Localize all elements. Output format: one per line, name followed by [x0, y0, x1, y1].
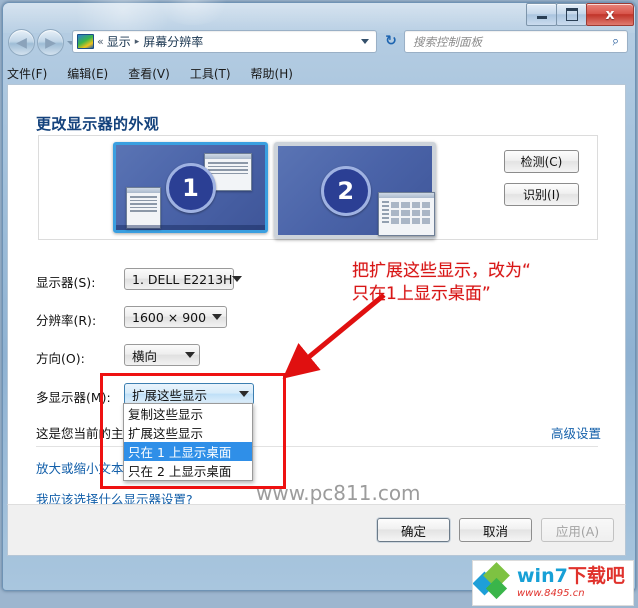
label-orientation: 方向(O): [36, 351, 85, 366]
annotation-line-2: 只在1上显示桌面” [352, 284, 491, 305]
annotation-highlight-box [100, 373, 286, 489]
label-resolution: 分辨率(R): [36, 313, 97, 328]
navigation-bar: ◀ ▶ « 显示 ▸ 屏幕分辨率 ↻ 搜索控制面板 ⌕ [0, 26, 638, 58]
display-help-link[interactable]: 我应该选择什么显示器设置? [36, 489, 193, 504]
menu-item-file[interactable]: 文件(F) [7, 65, 47, 82]
minimize-button[interactable] [526, 3, 557, 26]
search-box[interactable]: 搜索控制面板 ⌕ [404, 30, 628, 53]
monitor-1-number: 1 [165, 162, 216, 213]
forward-button[interactable]: ▶ [37, 29, 64, 56]
minimize-icon [536, 16, 547, 19]
back-button[interactable]: ◀ [8, 29, 35, 56]
menu-item-edit[interactable]: 编辑(E) [67, 65, 108, 82]
detect-button[interactable]: 检测(C) [504, 150, 579, 173]
close-icon: x [605, 6, 615, 23]
annotation-line-1: 把扩展这些显示，改为“ [352, 261, 531, 281]
menu-item-help[interactable]: 帮助(H) [251, 65, 293, 82]
glass-highlight-2 [153, 0, 233, 25]
mini-window-icon-b [126, 187, 161, 229]
display-combobox-value: 1. DELL E2213H [132, 271, 233, 287]
refresh-icon: ↻ [385, 33, 397, 49]
chevron-down-icon [232, 276, 243, 282]
cancel-button[interactable]: 取消 [459, 518, 532, 542]
address-bar[interactable]: « 显示 ▸ 屏幕分辨率 [72, 30, 377, 53]
screenshot-root: x ◀ ▶ « 显示 ▸ 屏幕分辨率 ↻ 搜索控制面板 ⌕ 文件(F) 编辑(E… [0, 0, 638, 608]
maximize-button[interactable] [556, 3, 587, 26]
breadcrumb-item-resolution[interactable]: 屏幕分辨率 [143, 33, 203, 50]
orientation-combobox-value: 横向 [132, 348, 158, 364]
logo-sub-text: www.8495.cn [517, 588, 585, 599]
chevron-down-icon [212, 314, 222, 320]
menu-item-view[interactable]: 查看(V) [128, 65, 170, 82]
caption-buttons: x [526, 3, 634, 26]
chevron-down-icon [185, 352, 195, 358]
nav-buttons: ◀ ▶ [8, 29, 75, 56]
annotation-arrow-icon [282, 293, 386, 379]
breadcrumb-chevrons[interactable]: « [97, 35, 104, 48]
monitor-1-taskbar [116, 225, 265, 230]
ok-button[interactable]: 确定 [377, 518, 450, 542]
logo-main-a: win7 [517, 565, 568, 587]
logo-main-b: 下载吧 [567, 565, 625, 587]
maximize-icon [565, 8, 578, 21]
monitor-preview-area: 1 2 检测(C) 识别(I) [38, 135, 598, 240]
breadcrumb-separator-icon: ▸ [134, 36, 140, 47]
logo-main-text: win7下载吧 [517, 567, 625, 586]
page-title: 更改显示器的外观 [36, 115, 160, 134]
back-arrow-icon: ◀ [16, 34, 27, 51]
display-combobox[interactable]: 1. DELL E2213H [124, 268, 243, 290]
search-icon: ⌕ [610, 33, 621, 50]
forward-arrow-icon: ▶ [45, 34, 56, 51]
watermark-logo: win7下载吧 www.8495.cn [472, 560, 634, 606]
breadcrumb-item-display[interactable]: 显示 [107, 33, 131, 50]
menu-bar: 文件(F) 编辑(E) 查看(V) 工具(T) 帮助(H) [7, 62, 626, 84]
label-display: 显示器(S): [36, 275, 96, 290]
monitor-1-thumbnail[interactable]: 1 [113, 142, 268, 233]
apply-button: 应用(A) [541, 518, 614, 542]
menu-item-tools[interactable]: 工具(T) [190, 65, 231, 82]
logo-diamond-icon [473, 562, 517, 603]
identify-button[interactable]: 识别(I) [504, 183, 579, 206]
monitor-2-thumbnail[interactable]: 2 [274, 142, 436, 239]
monitor-2-number: 2 [320, 165, 371, 216]
logo-text-block: win7下载吧 www.8495.cn [517, 567, 625, 599]
mini-window-icon-c [378, 192, 435, 236]
advanced-settings-link[interactable]: 高级设置 [551, 423, 601, 442]
resolution-combobox-value: 1600 × 900 [132, 309, 207, 325]
refresh-button[interactable]: ↻ [381, 31, 401, 51]
dialog-button-bar: 确定 取消 应用(A) [7, 504, 626, 556]
orientation-combobox[interactable]: 横向 [124, 344, 200, 366]
search-placeholder: 搜索控制面板 [413, 34, 482, 49]
close-button[interactable]: x [586, 3, 634, 26]
annotation-text: 把扩展这些显示，改为“ 只在1上显示桌面” [352, 260, 620, 307]
display-settings-icon [77, 34, 94, 49]
resolution-combobox[interactable]: 1600 × 900 [124, 306, 227, 328]
address-dropdown-icon[interactable] [361, 39, 369, 44]
